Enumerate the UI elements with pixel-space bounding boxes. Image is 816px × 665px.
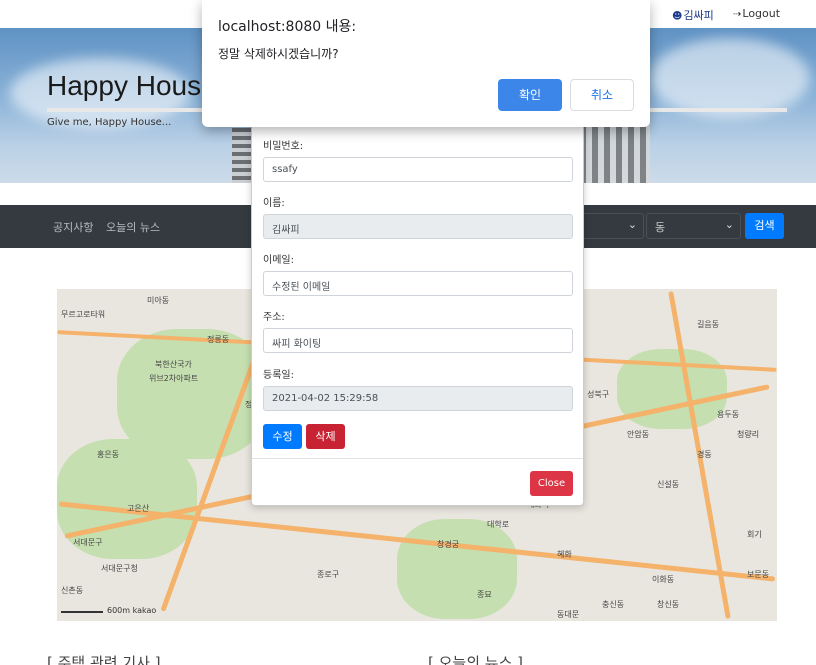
member-info-modal: 비밀번호: ssafy 이름: 김싸피 이메일: 수정된 이메일 주소: 싸피 … [251,112,584,506]
password-field[interactable]: ssafy [263,157,573,182]
name-field: 김싸피 [263,214,573,239]
regdate-field: 2021-04-02 15:29:58 [263,386,573,411]
edit-button[interactable]: 수정 [263,424,302,449]
regdate-label: 등록일: [263,370,294,381]
close-button[interactable]: Close [530,471,573,496]
modal-footer-divider [252,458,583,459]
name-label: 이름: [263,198,285,209]
address-label: 주소: [263,312,285,323]
confirm-cancel-button[interactable]: 취소 [570,79,634,111]
dialog-title: localhost:8080 내용: [218,19,357,35]
dialog-message: 정말 삭제하시겠습니까? [218,47,339,61]
delete-button[interactable]: 삭제 [306,424,345,449]
email-field[interactable]: 수정된 이메일 [263,271,573,296]
address-field[interactable]: 싸피 화이팅 [263,328,573,353]
password-label: 비밀번호: [263,141,304,152]
confirm-ok-button[interactable]: 확인 [498,79,562,111]
email-label: 이메일: [263,255,294,266]
confirm-dialog: localhost:8080 내용: 정말 삭제하시겠습니까? 확인 취소 [202,0,650,127]
